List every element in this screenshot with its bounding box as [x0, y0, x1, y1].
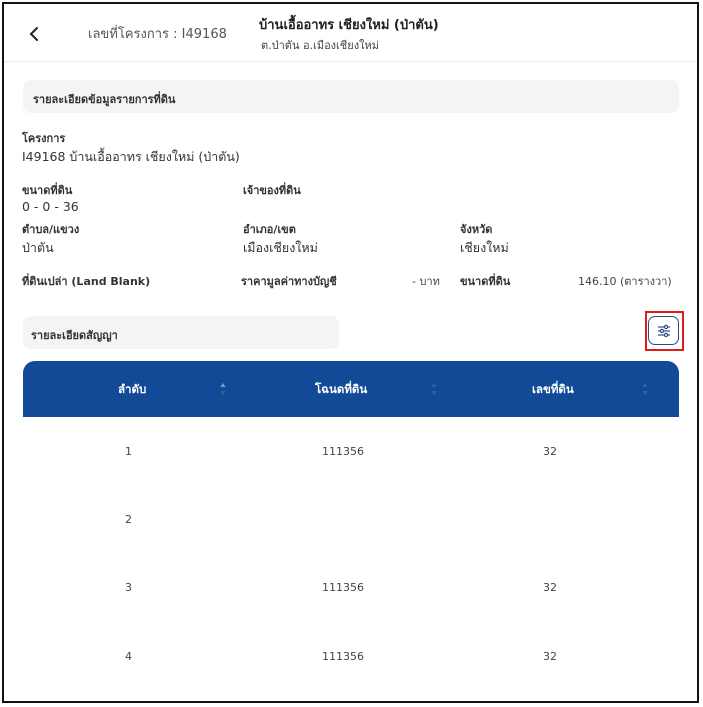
- project-value: I49168 บ้านเอื้ออาทร เชียงใหม่ (ป่าตัน): [22, 149, 240, 164]
- project-label: โครงการ: [22, 132, 66, 145]
- land-area-label: ขนาดที่ดิน: [460, 275, 511, 288]
- subdistrict-label: ตำบล/แขวง: [22, 223, 80, 236]
- book-value-label: ราคามูลค่าทางบัญชี: [241, 275, 337, 288]
- row-order: 3: [125, 581, 132, 594]
- owner-label: เจ้าของที่ดิน: [243, 184, 301, 197]
- sort-ascending-icon[interactable]: [220, 382, 226, 396]
- contract-table-header: ลำดับ โฉนดที่ดิน เลขที่ดิน: [23, 361, 679, 417]
- contract-details-section-title: รายละเอียดสัญญา: [31, 329, 118, 342]
- land-details-section-header: รายละเอียดข้อมูลรายการที่ดิน: [23, 80, 679, 113]
- row-land-number: 32: [543, 445, 557, 458]
- row-deed: 111356: [322, 650, 364, 663]
- page-title: บ้านเอื้ออาทร เชียงใหม่ (ป่าตัน): [259, 18, 439, 33]
- row-order: 2: [125, 513, 132, 526]
- row-order: 1: [125, 445, 132, 458]
- column-header-land-number[interactable]: เลขที่ดิน: [532, 381, 574, 399]
- row-deed: 111356: [322, 581, 364, 594]
- project-number: เลขที่โครงการ : I49168: [88, 27, 227, 42]
- land-size-value: 0 - 0 - 36: [22, 199, 79, 214]
- province-value: เชียงใหม่: [460, 240, 509, 255]
- column-header-deed[interactable]: โฉนดที่ดิน: [315, 381, 367, 399]
- app-frame: เลขที่โครงการ : I49168 บ้านเอื้ออาทร เชี…: [2, 2, 699, 703]
- sort-icon[interactable]: [642, 382, 648, 396]
- row-land-number: 32: [543, 650, 557, 663]
- subdistrict-value: ป่าตัน: [22, 240, 54, 255]
- land-area-value: 146.10 (ตารางวา): [578, 275, 672, 288]
- land-blank-label: ที่ดินเปล่า (Land Blank): [22, 275, 151, 288]
- page-header: เลขที่โครงการ : I49168 บ้านเอื้ออาทร เชี…: [4, 4, 697, 62]
- page-subtitle: ต.ป่าตัน อ.เมืองเชียงใหม่: [261, 39, 379, 52]
- row-order: 4: [125, 650, 132, 663]
- land-size-label: ขนาดที่ดิน: [22, 184, 73, 197]
- land-details-section-title: รายละเอียดข้อมูลรายการที่ดิน: [33, 93, 176, 106]
- row-deed: 111356: [322, 445, 364, 458]
- book-value: - บาท: [412, 275, 440, 288]
- sort-icon[interactable]: [431, 382, 437, 396]
- province-label: จังหวัด: [460, 223, 493, 236]
- filter-button[interactable]: [648, 316, 679, 345]
- district-value: เมืองเชียงใหม่: [243, 240, 318, 255]
- contract-details-section-header: รายละเอียดสัญญา: [23, 316, 339, 349]
- row-land-number: 32: [543, 581, 557, 594]
- column-header-order[interactable]: ลำดับ: [118, 381, 146, 399]
- district-label: อำเภอ/เขต: [243, 223, 296, 236]
- sliders-icon: [658, 324, 670, 338]
- back-arrow-icon[interactable]: [26, 26, 42, 42]
